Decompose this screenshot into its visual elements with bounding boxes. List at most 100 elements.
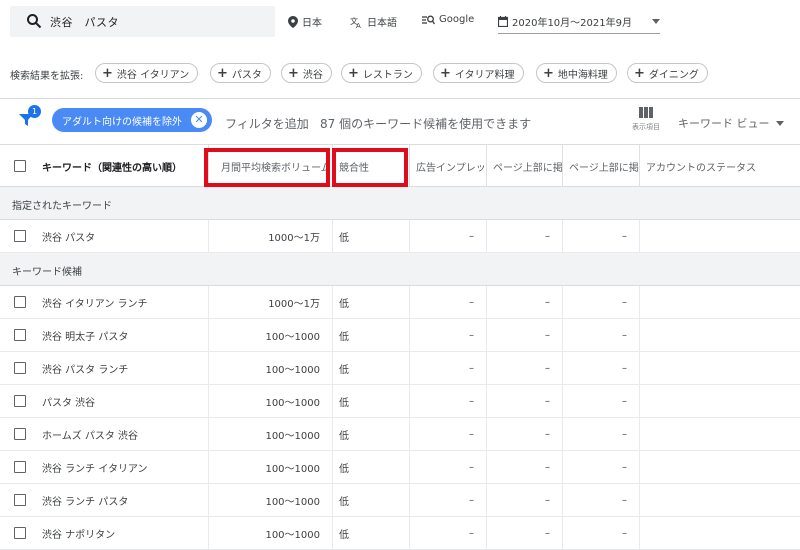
select-all-checkbox[interactable] [14,160,26,172]
table-row[interactable]: 渋谷 明太子 パスタ 100～1000 低 – – – [0,319,800,352]
location-selector[interactable]: 日本 [288,14,322,29]
table-header: キーワード（関連性の高い順） 月間平均検索ボリューム 競合性 広告インプレッ ペ… [0,144,800,187]
top-bid-high-cell: – [562,418,639,450]
top-bid-low-cell: – [486,385,562,417]
top-bid-low-cell: – [486,319,562,351]
competition-cell: 低 [332,517,409,549]
impression-cell: – [409,484,486,516]
add-filter-button[interactable]: フィルタを追加 [225,115,309,132]
table-row[interactable]: パスタ 渋谷 100～1000 低 – – – [0,385,800,418]
search-input[interactable]: 渋谷 パスタ [50,14,119,30]
account-status-cell [639,451,800,483]
keyword-cell: 渋谷 ランチ パスタ [42,496,129,508]
row-checkbox[interactable] [14,428,26,440]
column-header-account-status[interactable]: アカウントのステータス [639,145,800,187]
top-bid-low-cell: – [486,517,562,549]
top-bid-high-cell: – [562,517,639,549]
close-icon[interactable]: ✕ [191,112,207,128]
keyword-cell: 渋谷 明太子 パスタ [42,331,129,343]
account-status-cell [639,286,800,318]
row-checkbox[interactable] [14,296,26,308]
filter-count-badge: 1 [28,105,41,118]
keyword-cell: パスタ 渋谷 [42,397,96,409]
row-checkbox[interactable] [14,395,26,407]
section-specified-keywords: 指定されたキーワード [0,187,800,220]
impression-cell: – [409,286,486,318]
top-bar: 渋谷 パスタ 日本 文 A 日本語 Google 2020年10月～2021年9… [0,0,800,44]
expand-chip[interactable]: + 渋谷 [281,63,332,83]
competition-cell: 低 [332,286,409,318]
account-status-cell [639,517,800,549]
keyword-cell: 渋谷 パスタ ランチ [42,364,129,376]
competition-cell: 低 [332,220,409,252]
top-bid-high-cell: – [562,220,639,252]
columns-label: 表示項目 [632,123,660,131]
top-bid-high-cell: – [562,352,639,384]
top-bid-high-cell: – [562,286,639,318]
column-header-top-bid-high[interactable]: ページ上部に掲 [562,145,639,187]
expand-chip[interactable]: + ダイニング [627,63,708,83]
volume-cell: 100～1000 [208,484,332,516]
expand-chip[interactable]: + 渋谷 イタリアン [95,63,199,83]
row-checkbox[interactable] [14,494,26,506]
top-bid-low-cell: – [486,451,562,483]
impression-cell: – [409,385,486,417]
top-bid-low-cell: – [486,484,562,516]
row-checkbox[interactable] [14,230,26,242]
competition-cell: 低 [332,385,409,417]
date-range-selector[interactable]: 2020年10月～2021年9月 [498,14,660,34]
filter-row: 1 アダルト向けの候補を除外 ✕ フィルタを追加 87 個のキーワード候補を使用… [0,99,800,144]
keyword-cell: 渋谷 イタリアン ランチ [42,298,148,310]
row-checkbox[interactable] [14,362,26,374]
expand-chip[interactable]: + イタリア料理 [433,63,524,83]
section-label: キーワード候補 [12,267,82,278]
top-bid-high-cell: – [562,484,639,516]
column-header-top-bid-low[interactable]: ページ上部に掲 [486,145,562,187]
table-row[interactable]: ホームズ パスタ 渋谷 100～1000 低 – – – [0,418,800,451]
account-status-cell [639,220,800,252]
expand-chip[interactable]: + レストラン [341,63,422,83]
date-range-label: 2020年10月～2021年9月 [512,18,632,29]
row-checkbox[interactable] [14,329,26,341]
search-network-icon [422,15,435,24]
section-label: 指定されたキーワード [12,201,112,212]
plus-icon: + [348,65,359,81]
keyword-table: キーワード（関連性の高い順） 月間平均検索ボリューム 競合性 広告インプレッ ペ… [0,144,800,550]
keyword-view-dropdown[interactable]: キーワード ビュー [678,115,784,131]
row-checkbox[interactable] [14,527,26,539]
adult-filter-chip[interactable]: アダルト向けの候補を除外 ✕ [52,108,212,132]
row-checkbox[interactable] [14,461,26,473]
competition-cell: 低 [332,319,409,351]
table-row[interactable]: 渋谷 パスタ 1000～1万 低 – – – [0,220,800,253]
search-engine-selector[interactable]: Google [422,14,474,25]
top-bid-high-cell: – [562,319,639,351]
keyword-cell: 渋谷 パスタ [42,232,96,244]
adult-filter-label: アダルト向けの候補を除外 [62,116,182,128]
columns-button[interactable]: 表示項目 [626,107,666,132]
table-row[interactable]: 渋谷 イタリアン ランチ 1000～1万 低 – – – [0,286,800,319]
column-header-impression-share[interactable]: 広告インプレッ [409,145,486,187]
volume-cell: 100～1000 [208,319,332,351]
competition-cell: 低 [332,484,409,516]
volume-cell: 100～1000 [208,418,332,450]
svg-text:A: A [356,22,361,28]
competition-cell: 低 [332,418,409,450]
table-row[interactable]: 渋谷 パスタ ランチ 100～1000 低 – – – [0,352,800,385]
impression-cell: – [409,517,486,549]
table-row[interactable]: 渋谷 ナポリタン 100～1000 低 – – – [0,517,800,550]
column-header-keyword[interactable]: キーワード（関連性の高い順） [36,145,208,187]
chevron-down-icon [652,19,660,24]
expand-chip[interactable]: + パスタ [210,63,271,83]
table-row[interactable]: 渋谷 ランチ パスタ 100～1000 低 – – – [0,484,800,517]
table-row[interactable]: 渋谷 ランチ イタリアン 100～1000 低 – – – [0,451,800,484]
search-engine-label: Google [439,14,475,25]
dropdown-arrow-icon [775,120,784,126]
search-box[interactable]: 渋谷 パスタ [10,6,275,37]
impression-cell: – [409,352,486,384]
expand-search-row: 検索結果を拡張: + 渋谷 イタリアン + パスタ + 渋谷 + レストラン + イタリア… [0,59,800,87]
language-selector[interactable]: 文 A 日本語 [350,14,397,30]
expand-chip[interactable]: + 地中海料理 [536,63,617,83]
impression-cell: – [409,319,486,351]
plus-icon: + [288,65,299,81]
account-status-cell [639,484,800,516]
